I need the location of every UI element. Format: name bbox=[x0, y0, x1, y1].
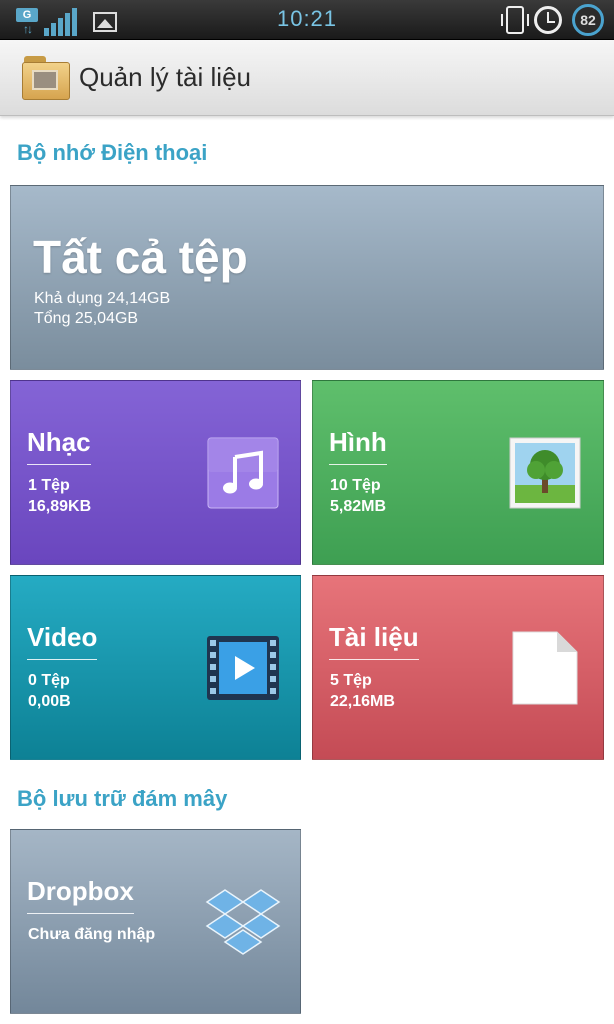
alarm-icon bbox=[534, 6, 562, 34]
music-label: Nhạc bbox=[27, 427, 91, 465]
dropbox-icon bbox=[205, 889, 281, 955]
document-icon bbox=[512, 631, 578, 705]
video-film-icon bbox=[207, 636, 279, 700]
video-tile[interactable]: Video 0 Tệp 0,00B bbox=[10, 575, 301, 760]
available-space: Khả dụng 24,14GB bbox=[34, 290, 171, 307]
app-title-bar: Quản lý tài liệu bbox=[0, 40, 614, 116]
music-note-icon bbox=[207, 437, 279, 509]
music-tile[interactable]: Nhạc 1 Tệp 16,89KB bbox=[10, 380, 301, 565]
music-count: 1 Tệp bbox=[28, 477, 70, 494]
documents-label: Tài liệu bbox=[329, 622, 419, 660]
video-label: Video bbox=[27, 622, 98, 660]
vibrate-icon bbox=[501, 6, 529, 34]
dropbox-label: Dropbox bbox=[27, 876, 134, 914]
all-files-title: Tất cả tệp bbox=[33, 231, 248, 283]
phone-storage-header: Bộ nhớ Điện thoại bbox=[17, 140, 208, 165]
image-size: 5,82MB bbox=[330, 498, 387, 515]
cloud-storage-header: Bộ lưu trữ đám mây bbox=[17, 786, 228, 811]
documents-count: 5 Tệp bbox=[330, 672, 372, 689]
music-size: 16,89KB bbox=[28, 498, 92, 515]
video-size: 0,00B bbox=[28, 693, 71, 710]
image-tile[interactable]: Hình 10 Tệp 5,82MB bbox=[312, 380, 604, 565]
app-title: Quản lý tài liệu bbox=[79, 62, 251, 92]
status-right: 82 bbox=[501, 4, 604, 36]
video-count: 0 Tệp bbox=[28, 672, 70, 689]
tree-photo-icon bbox=[509, 437, 581, 509]
documents-size: 22,16MB bbox=[330, 693, 395, 710]
battery-level-icon: 82 bbox=[572, 4, 604, 36]
image-count: 10 Tệp bbox=[330, 477, 381, 494]
documents-tile[interactable]: Tài liệu 5 Tệp 22,16MB bbox=[312, 575, 604, 760]
dropbox-tile[interactable]: Dropbox Chưa đăng nhập bbox=[10, 829, 301, 1014]
all-files-tile[interactable]: Tất cả tệp Khả dụng 24,14GB Tổng 25,04GB bbox=[10, 185, 604, 370]
image-label: Hình bbox=[329, 427, 387, 465]
dropbox-status: Chưa đăng nhập bbox=[28, 926, 156, 943]
total-space: Tổng 25,04GB bbox=[34, 310, 139, 327]
status-bar: G ↑↓ 10:21 82 bbox=[0, 0, 614, 40]
folder-app-icon bbox=[22, 54, 70, 100]
